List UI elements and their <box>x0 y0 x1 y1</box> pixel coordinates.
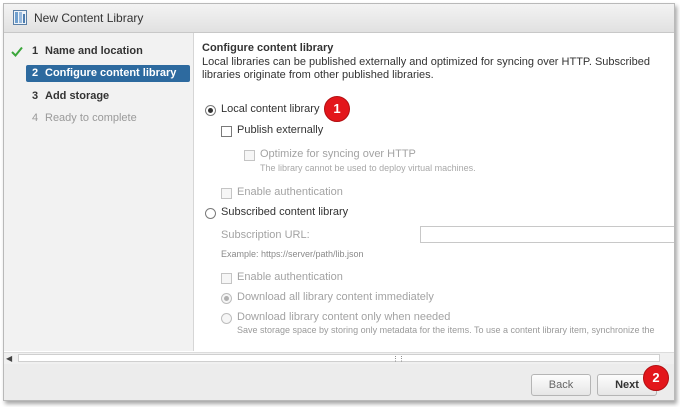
subscription-url-input[interactable] <box>420 226 674 243</box>
subscription-url-label: Subscription URL: <box>221 229 310 241</box>
optimize-http-label: Optimize for syncing over HTTP <box>260 148 416 160</box>
step-ready-to-complete: 4 Ready to complete <box>32 112 137 124</box>
wizard-dialog: New Content Library 1 Name and location … <box>3 3 675 401</box>
annotation-badge-2: 2 <box>643 365 669 391</box>
wizard-steps: 1 Name and location 2 Configure content … <box>4 33 194 351</box>
title-bar: New Content Library <box>4 4 674 33</box>
page-description: Local libraries can be published externa… <box>202 56 650 81</box>
dialog-title: New Content Library <box>34 11 144 25</box>
step-name-and-location[interactable]: 1 Name and location <box>26 43 190 60</box>
scrollbar-thumb[interactable]: ⋮⋮ <box>18 354 660 363</box>
scroll-left-icon[interactable]: ◀ <box>6 354 12 363</box>
annotation-badge-1: 1 <box>324 96 350 122</box>
subscribed-library-radio[interactable] <box>205 208 216 219</box>
download-all-radio <box>221 293 232 304</box>
enable-auth-local-checkbox <box>221 188 232 199</box>
download-when-needed-hint: Save storage space by storing only metad… <box>237 325 655 335</box>
download-when-needed-label: Download library content only when neede… <box>237 311 451 323</box>
check-icon <box>11 46 23 57</box>
publish-externally-checkbox[interactable] <box>221 126 232 137</box>
optimize-http-checkbox <box>244 150 255 161</box>
page-heading: Configure content library <box>202 42 334 54</box>
local-library-label[interactable]: Local content library <box>221 103 319 115</box>
step-configure-content-library[interactable]: 2 Configure content library <box>26 65 190 82</box>
enable-auth-subscribed-checkbox <box>221 273 232 284</box>
optimize-http-hint: The library cannot be used to deploy vir… <box>260 163 476 173</box>
step-add-storage[interactable]: 3 Add storage <box>26 88 190 105</box>
local-library-radio[interactable] <box>205 105 216 116</box>
enable-auth-subscribed-label: Enable authentication <box>237 271 343 283</box>
download-when-needed-radio <box>221 313 232 324</box>
scrollbar-grip-icon: ⋮⋮ <box>392 356 405 363</box>
enable-auth-local-label: Enable authentication <box>237 186 343 198</box>
content-library-icon <box>13 10 27 25</box>
back-button[interactable]: Back <box>531 374 591 396</box>
content-panel: Configure content library Local librarie… <box>194 33 674 351</box>
download-all-label: Download all library content immediately <box>237 291 434 303</box>
subscription-url-example: Example: https://server/path/lib.json <box>221 249 364 259</box>
publish-externally-label[interactable]: Publish externally <box>237 124 323 136</box>
wizard-footer: Back Next 2 <box>4 364 674 400</box>
subscribed-library-label[interactable]: Subscribed content library <box>221 206 348 218</box>
